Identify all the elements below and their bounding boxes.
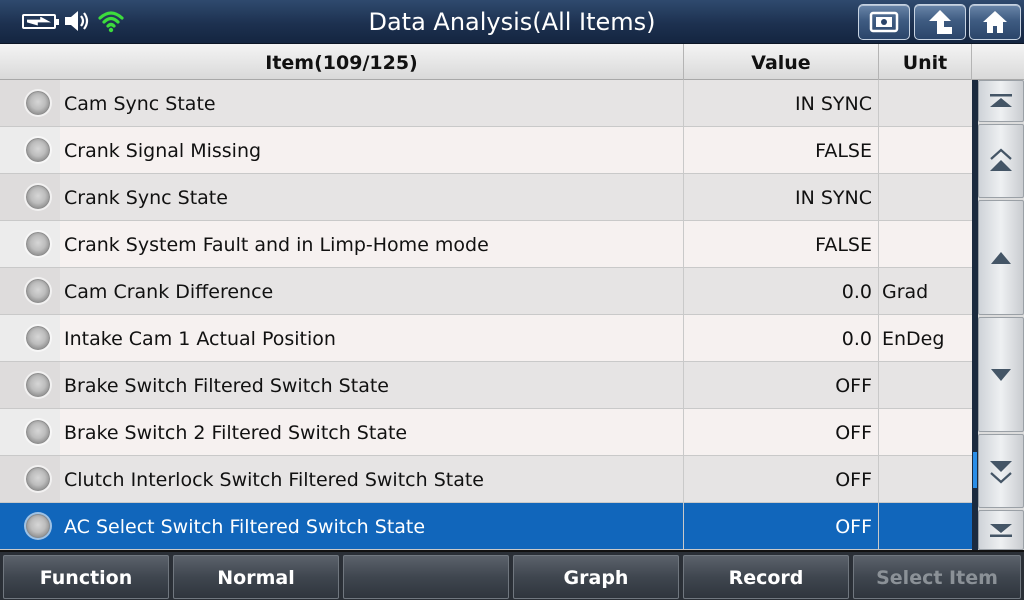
unit-cell (879, 456, 972, 502)
item-label: Cam Sync State (64, 93, 216, 115)
item-cell: Crank System Fault and in Limp-Home mode (0, 221, 684, 267)
radio-icon[interactable] (26, 467, 50, 491)
record-button[interactable]: Record (683, 555, 849, 599)
back-button[interactable] (914, 4, 966, 40)
unit-cell (879, 362, 972, 408)
unit-cell (879, 80, 972, 126)
unit-cell (879, 221, 972, 267)
home-button[interactable] (969, 4, 1021, 40)
item-label: Crank System Fault and in Limp-Home mode (64, 234, 489, 256)
function-bar: Function Normal Graph Record Select Item (0, 550, 1024, 600)
graph-button[interactable]: Graph (513, 555, 679, 599)
scroll-top-button[interactable] (978, 80, 1024, 122)
item-cell: Crank Signal Missing (0, 127, 684, 173)
radio-icon[interactable] (26, 420, 50, 444)
value-cell: OFF (684, 503, 879, 549)
item-label: Crank Signal Missing (64, 140, 262, 162)
item-cell: Crank Sync State (0, 174, 684, 220)
table-row-selected[interactable]: AC Select Switch Filtered Switch State O… (0, 503, 972, 550)
item-cell: Brake Switch 2 Filtered Switch State (0, 409, 684, 455)
unit-cell (879, 409, 972, 455)
radio-icon[interactable] (26, 514, 50, 538)
table-header: Item(109/125) Value Unit (0, 44, 1024, 80)
data-table: Item(109/125) Value Unit Cam Sync State … (0, 44, 1024, 550)
radio-icon[interactable] (26, 138, 50, 162)
value-cell: FALSE (684, 221, 879, 267)
table-row[interactable]: Crank Signal Missing FALSE (0, 127, 972, 174)
column-header-value[interactable]: Value (684, 44, 879, 80)
scroll-top-icon (990, 94, 1012, 107)
table-body: Cam Sync State IN SYNC Crank Signal Miss… (0, 80, 972, 550)
column-header-unit[interactable]: Unit (879, 44, 972, 80)
radio-icon[interactable] (26, 279, 50, 303)
value-cell: OFF (684, 456, 879, 502)
scroll-up-button[interactable] (978, 200, 1024, 315)
table-row[interactable]: Cam Crank Difference 0.0 Grad (0, 268, 972, 315)
scroll-up-icon (991, 251, 1011, 264)
item-label: Brake Switch 2 Filtered Switch State (64, 422, 408, 444)
table-row[interactable]: Brake Switch Filtered Switch State OFF (0, 362, 972, 409)
scroll-bottom-button[interactable] (978, 510, 1024, 550)
page-down-icon (990, 461, 1012, 484)
item-label: Cam Crank Difference (64, 281, 274, 303)
radio-icon[interactable] (26, 373, 50, 397)
value-cell: IN SYNC (684, 174, 879, 220)
radio-icon[interactable] (26, 326, 50, 350)
item-label: Crank Sync State (64, 187, 228, 209)
unit-cell (879, 127, 972, 173)
back-arrow-icon (929, 10, 952, 34)
item-cell: Cam Crank Difference (0, 268, 684, 314)
unit-cell: Grad (882, 281, 929, 303)
item-label: Brake Switch Filtered Switch State (64, 375, 389, 397)
normal-button[interactable]: Normal (173, 555, 339, 599)
home-icon (983, 11, 1007, 33)
item-label: Intake Cam 1 Actual Position (64, 328, 336, 350)
item-cell: Clutch Interlock Switch Filtered Switch … (0, 456, 684, 502)
value-cell: IN SYNC (684, 80, 879, 126)
screenshot-icon (869, 11, 899, 33)
item-label: AC Select Switch Filtered Switch State (64, 516, 426, 538)
radio-icon[interactable] (26, 185, 50, 209)
column-header-item[interactable]: Item(109/125) (0, 44, 684, 80)
unit-cell: EnDeg (882, 328, 945, 350)
select-item-button[interactable]: Select Item (853, 555, 1021, 599)
scroll-position-indicator[interactable] (973, 452, 977, 488)
value-cell: 0.0 (684, 315, 879, 361)
value-cell: OFF (684, 362, 879, 408)
unit-cell (879, 503, 972, 549)
scroll-bottom-icon (990, 524, 1012, 537)
unit-cell (879, 174, 972, 220)
scroll-down-button[interactable] (978, 317, 1024, 432)
item-label: Clutch Interlock Switch Filtered Switch … (64, 469, 484, 491)
radio-icon[interactable] (26, 232, 50, 256)
item-cell: Intake Cam 1 Actual Position (0, 315, 684, 361)
page-up-button[interactable] (978, 124, 1024, 198)
empty-button[interactable] (343, 555, 509, 599)
item-cell: Brake Switch Filtered Switch State (0, 362, 684, 408)
radio-icon[interactable] (26, 91, 50, 115)
value-cell: 0.0 (684, 268, 879, 314)
scrollbar (978, 80, 1024, 550)
table-row[interactable]: Crank Sync State IN SYNC (0, 174, 972, 221)
scroll-down-icon (991, 368, 1011, 381)
table-row[interactable]: Crank System Fault and in Limp-Home mode… (0, 221, 972, 268)
title-bar: Data Analysis(All Items) (0, 0, 1024, 44)
screenshot-button[interactable] (858, 4, 910, 40)
value-cell: FALSE (684, 127, 879, 173)
function-button[interactable]: Function (3, 555, 169, 599)
column-header-spacer (972, 44, 1024, 80)
table-row[interactable]: Cam Sync State IN SYNC (0, 80, 972, 127)
value-cell: OFF (684, 409, 879, 455)
page-up-icon (990, 148, 1012, 171)
table-row[interactable]: Intake Cam 1 Actual Position 0.0 EnDeg (0, 315, 972, 362)
item-cell: Cam Sync State (0, 80, 684, 126)
page-down-button[interactable] (978, 434, 1024, 508)
table-row[interactable]: Clutch Interlock Switch Filtered Switch … (0, 456, 972, 503)
item-cell: AC Select Switch Filtered Switch State (0, 503, 684, 549)
table-row[interactable]: Brake Switch 2 Filtered Switch State OFF (0, 409, 972, 456)
